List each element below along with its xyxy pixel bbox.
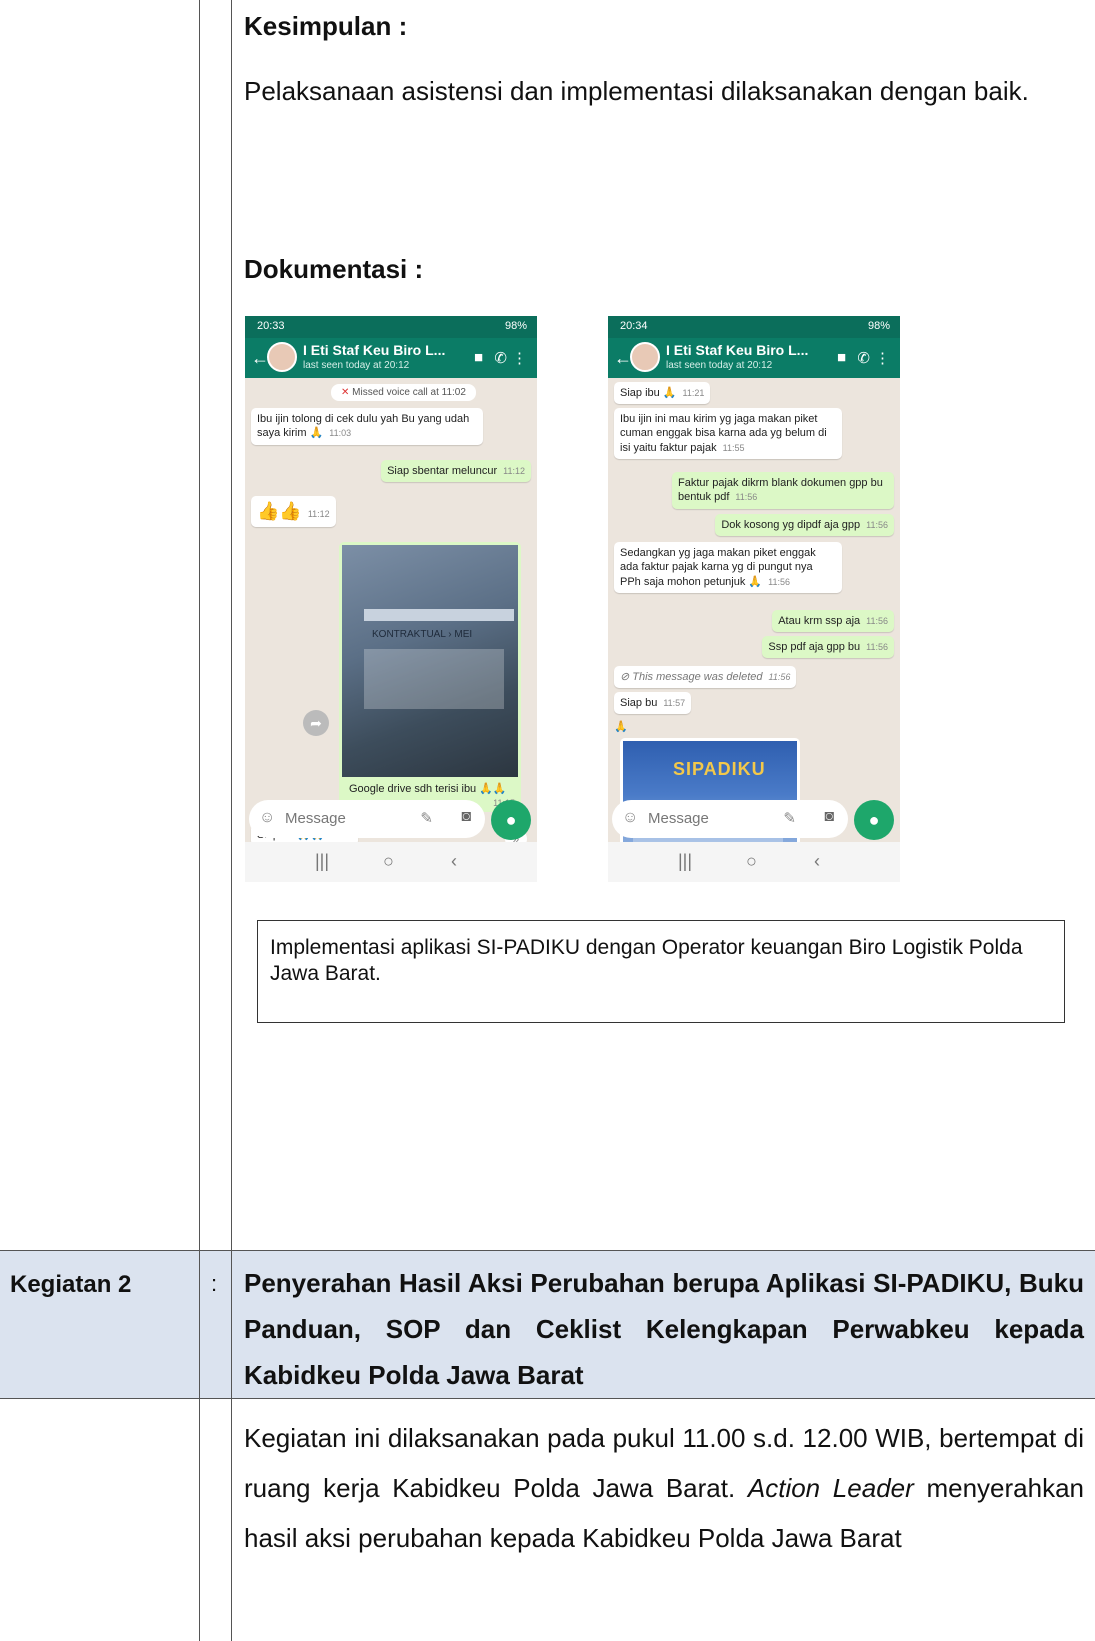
phone-icon[interactable]: ✆ bbox=[857, 349, 870, 367]
microphone-icon[interactable]: ● bbox=[491, 800, 531, 840]
last-seen: last seen today at 20:12 bbox=[666, 360, 773, 371]
avatar bbox=[630, 342, 660, 372]
message-placeholder: Message bbox=[648, 810, 709, 827]
home-icon[interactable]: ○ bbox=[746, 851, 757, 872]
table-row-border-2 bbox=[0, 1398, 1095, 1399]
kegiatan-colon: : bbox=[211, 1271, 218, 1296]
image-inner-text: KONTRAKTUAL › MEI bbox=[372, 629, 473, 640]
image-caption: Google drive sdh terisi ibu 🙏🙏 bbox=[349, 783, 507, 795]
video-call-icon[interactable]: ■ bbox=[837, 349, 846, 366]
more-options-icon[interactable]: ⋮ bbox=[512, 349, 527, 367]
chat-header: ← I Eti Staf Keu Biro L... last seen tod… bbox=[608, 338, 900, 378]
recent-apps-icon[interactable]: ||| bbox=[678, 851, 692, 872]
message-input[interactable]: ☺ Message ✎ ◙ bbox=[249, 800, 485, 838]
avatar bbox=[267, 342, 297, 372]
microphone-icon[interactable]: ● bbox=[854, 800, 894, 840]
table-row-border-1 bbox=[0, 1250, 1095, 1251]
attach-icon[interactable]: ✎ bbox=[783, 809, 796, 827]
dokumentasi-heading: Dokumentasi : bbox=[244, 254, 424, 284]
emoji-icon[interactable]: ☺ bbox=[259, 809, 275, 827]
message-placeholder: Message bbox=[285, 810, 346, 827]
caption-text: Implementasi aplikasi SI-PADIKU dengan O… bbox=[270, 936, 1023, 986]
image-message: KONTRAKTUAL › MEI Google drive sdh teris… bbox=[339, 542, 521, 812]
back-icon[interactable]: ‹ bbox=[814, 851, 820, 872]
video-call-icon[interactable]: ■ bbox=[474, 349, 483, 366]
contact-name: I Eti Staf Keu Biro L... bbox=[666, 342, 809, 358]
status-bar: 20:34 98% bbox=[608, 316, 900, 338]
chat-body: Siap ibu 🙏 11:21 Ibu ijin ini mau kirim y… bbox=[608, 378, 900, 882]
kesimpulan-text: Pelaksanaan asistensi dan implementasi d… bbox=[244, 76, 1029, 106]
emoji-icon[interactable]: ☺ bbox=[622, 809, 638, 827]
blocked-icon: ⊘ bbox=[620, 671, 633, 683]
recent-apps-icon[interactable]: ||| bbox=[315, 851, 329, 872]
camera-icon[interactable]: ◙ bbox=[824, 808, 834, 826]
attach-icon[interactable]: ✎ bbox=[420, 809, 433, 827]
home-icon[interactable]: ○ bbox=[383, 851, 394, 872]
deleted-message: ⊘ This message was deleted 11:56 bbox=[614, 666, 797, 689]
back-icon[interactable]: ‹ bbox=[451, 851, 457, 872]
chat-message: Siap sbentar meluncur 11:12 bbox=[381, 460, 531, 483]
chat-message: Siap ibu 🙏 11:21 bbox=[614, 382, 711, 405]
battery-level: 98% bbox=[867, 320, 890, 332]
kesimpulan-heading: Kesimpulan : bbox=[244, 11, 408, 41]
chat-message: 👍👍 11:12 bbox=[251, 496, 336, 528]
kegiatan-body: Kegiatan ini dilaksanakan pada pukul 11.… bbox=[244, 1413, 1084, 1563]
pray-emoji: 🙏 bbox=[614, 721, 628, 733]
status-time: 20:34 bbox=[620, 320, 648, 332]
body-text-italic: Action Leader bbox=[747, 1473, 914, 1503]
image-inner-text: SIPADIKU bbox=[673, 759, 766, 779]
android-nav-bar: ||| ○ ‹ bbox=[608, 842, 900, 882]
whatsapp-screenshot-2: 20:34 98% ← I Eti Staf Keu Biro L... las… bbox=[608, 316, 900, 882]
image-thumbnail[interactable]: KONTRAKTUAL › MEI bbox=[342, 545, 518, 777]
chat-message: Siap bu 11:57 bbox=[614, 692, 692, 715]
missed-call-notice: ✕ Missed voice call at 11:02 bbox=[331, 384, 476, 401]
battery-level: 98% bbox=[504, 320, 527, 332]
caption-box: Implementasi aplikasi SI-PADIKU dengan O… bbox=[257, 920, 1065, 1023]
chat-message: Ibu ijin tolong di cek dulu yah Bu yang … bbox=[251, 408, 483, 445]
chat-message: Sedangkan yg jaga makan piket enggak ada… bbox=[614, 542, 842, 593]
status-bar: 20:33 98% bbox=[245, 316, 537, 338]
chat-message: Dok kosong yg dipdf aja gpp 11:56 bbox=[715, 514, 894, 537]
forward-icon[interactable]: ➦ bbox=[303, 710, 329, 736]
message-input[interactable]: ☺ Message ✎ ◙ bbox=[612, 800, 848, 838]
whatsapp-screenshot-1: 20:33 98% ← I Eti Staf Keu Biro L... las… bbox=[245, 316, 537, 882]
chat-message: Ssp pdf aja gpp bu 11:56 bbox=[762, 636, 894, 659]
kegiatan-title: Penyerahan Hasil Aksi Perubahan berupa A… bbox=[244, 1268, 1084, 1390]
contact-name: I Eti Staf Keu Biro L... bbox=[303, 342, 446, 358]
phone-icon[interactable]: ✆ bbox=[494, 349, 507, 367]
camera-icon[interactable]: ◙ bbox=[461, 808, 471, 826]
chat-message: Atau krm ssp aja 11:56 bbox=[772, 610, 894, 633]
table-divider-2 bbox=[231, 0, 232, 1641]
chat-message: Ibu ijin ini mau kirim yg jaga makan pik… bbox=[614, 408, 842, 459]
chat-header: ← I Eti Staf Keu Biro L... last seen tod… bbox=[245, 338, 537, 378]
status-time: 20:33 bbox=[257, 320, 285, 332]
android-nav-bar: ||| ○ ‹ bbox=[245, 842, 537, 882]
last-seen: last seen today at 20:12 bbox=[303, 360, 410, 371]
chat-message: Faktur pajak dikrm blank dokumen gpp bu … bbox=[672, 472, 894, 509]
more-options-icon[interactable]: ⋮ bbox=[875, 349, 890, 367]
missed-call-icon: ✕ bbox=[341, 387, 353, 398]
table-divider-1 bbox=[199, 0, 200, 1641]
kegiatan-label: Kegiatan 2 bbox=[10, 1271, 132, 1298]
chat-body: ✕ Missed voice call at 11:02 Ibu ijin to… bbox=[245, 378, 537, 850]
